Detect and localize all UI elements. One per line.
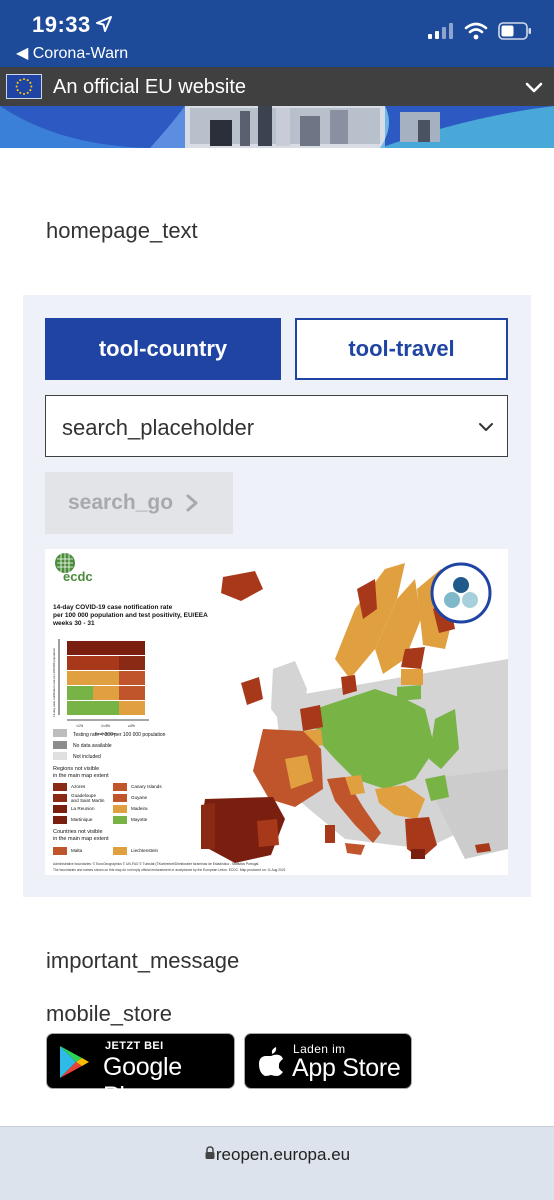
country-legend-item-swatch [53, 847, 67, 855]
chevron-right-icon [186, 494, 198, 512]
url-text: reopen.europa.eu [215, 1145, 351, 1164]
region-legend-item-swatch [53, 816, 67, 824]
region-legend-item-swatch [113, 816, 127, 824]
apple-logo-icon [259, 1047, 283, 1076]
homepage-text: homepage_text [46, 218, 198, 243]
eu-flag-star [15, 85, 18, 88]
eu-flag-star [29, 81, 32, 84]
eu-flag-star [22, 92, 26, 95]
status-time: 19:33 [32, 12, 91, 37]
region-legend-item-label: Canary Islands [131, 784, 162, 789]
eu-flag-star [16, 81, 19, 84]
ecdc-logo-text: ecdc [63, 569, 93, 584]
legend-x-tick-2: 1<4% [101, 724, 110, 728]
eu-flag-star [26, 91, 29, 94]
apple-badge-big-text: App Store [292, 1054, 401, 1082]
status-icons [428, 22, 532, 40]
google-badge-big-text: Google Play [103, 1053, 182, 1110]
back-to-app-link[interactable]: ◀ Corona-Warn [16, 43, 128, 63]
google-play-icon [60, 1046, 89, 1078]
legend-x-tick-1: <1% [76, 724, 83, 728]
google-play-badge[interactable]: JETZT BEI Google Play [46, 1033, 235, 1110]
google-badge-small-text: JETZT BEI [105, 1040, 164, 1052]
country-legend-item-label: Malta [71, 848, 83, 853]
regions-heading-1: Regions not visible [53, 766, 99, 772]
country-legend-item-swatch [113, 847, 127, 855]
region-legend-item-swatch [113, 783, 127, 791]
eu-flag-star [22, 78, 26, 81]
region-legend-item-label: Mayotte [131, 817, 148, 822]
region-legend-item-swatch [53, 794, 67, 802]
search-go-button[interactable]: search_go [45, 472, 233, 534]
eu-flag-star [19, 91, 22, 94]
ecdc-map-image[interactable]: ecdc 14-day COVID-19 case notification r… [45, 549, 508, 875]
battery-icon [498, 22, 531, 40]
country-search-select[interactable]: search_placeholder [45, 395, 508, 457]
eu-banner-text: An official EU website [53, 76, 247, 98]
mobile-store-heading: mobile_store [46, 1001, 172, 1026]
legend-grey-1: Testing rate < 300 per 100 000 populatio… [73, 732, 166, 738]
important-message: important_message [46, 948, 240, 973]
region-legend-item-label: La Reunion [71, 806, 95, 811]
countries-heading-1: Countries not visible [53, 829, 103, 835]
legend-y-axis-label: 14-day case notification rate per 100 00… [52, 648, 56, 717]
eu-flag-star [16, 89, 19, 92]
status-bar: 19:33 ◀ Corona-Warn [0, 0, 554, 67]
region-legend-item-label: Guyane [131, 795, 148, 800]
wifi-icon [464, 22, 488, 40]
country-legend-item-label: Liechtenstein [131, 848, 159, 853]
legend-grey-2: No data available [73, 743, 112, 749]
regions-heading-2: in the main map extent [53, 773, 109, 779]
map-footnote-1: Administrative boundaries: © EuroGeograp… [53, 862, 259, 866]
region-legend-item-swatch [113, 794, 127, 802]
map-title-line-1: 14-day COVID-19 case notification rate [53, 604, 173, 611]
eu-flag-star [29, 89, 32, 92]
region-legend-item-swatch [113, 805, 127, 813]
browser-url-bar[interactable]: reopen.europa.eu [0, 1126, 554, 1200]
chevron-down-icon [479, 423, 493, 431]
cellular-signal-icon [428, 23, 453, 39]
map-title-line-2: per 100 000 population and test positivi… [53, 612, 208, 619]
region-legend-item-label: Azores [71, 784, 86, 789]
legend-grey-3: Not included [73, 754, 101, 760]
countries-heading-2: in the main map extent [53, 836, 109, 842]
legend-x-tick-3: ≥4% [128, 724, 135, 728]
map-footnote-2: The boundaries and names shown on this m… [53, 868, 286, 872]
eu-official-banner[interactable]: An official EU website [0, 67, 554, 106]
hero-banner-image [0, 106, 554, 148]
region-legend-item-swatch [53, 805, 67, 813]
eu-flag-star [30, 85, 33, 88]
region-legend-item-label: Madeira [131, 806, 148, 811]
lock-icon [205, 1146, 215, 1159]
eu-flag-star [19, 79, 22, 82]
eu-flag-star [26, 79, 29, 82]
region-legend-item-swatch [53, 783, 67, 791]
search-go-label: search_go [68, 491, 174, 514]
tool-travel-button[interactable]: tool-travel [295, 318, 508, 380]
map-title-line-3: weeks 30 - 31 [52, 620, 95, 627]
eu-flag-icon [6, 74, 42, 99]
location-arrow-icon [96, 16, 112, 32]
app-store-badge[interactable]: Laden im App Store [244, 1033, 412, 1089]
tool-panel: tool-country tool-travel search_placehol… [23, 295, 531, 897]
url-display[interactable]: reopen.europa.eu [0, 1145, 554, 1165]
covid-circle-logo [430, 562, 492, 624]
region-legend-item-label: Martinique [71, 817, 93, 822]
tool-country-button[interactable]: tool-country [45, 318, 281, 380]
chevron-down-icon[interactable] [524, 77, 544, 97]
search-placeholder: search_placeholder [62, 415, 255, 440]
region-legend-item-label: and Saint Martin [71, 798, 105, 803]
